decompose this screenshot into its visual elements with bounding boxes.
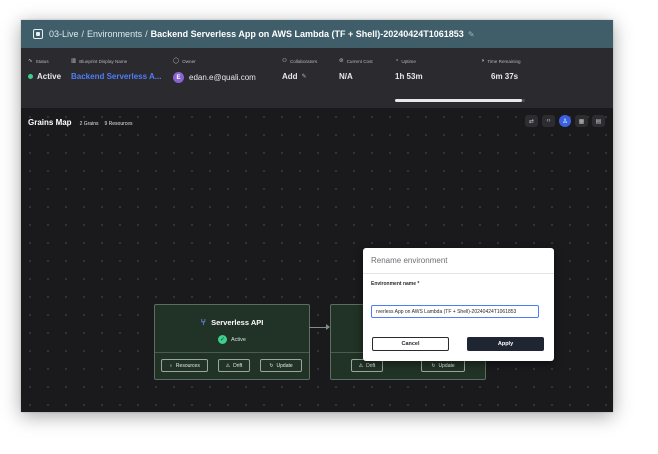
code-icon[interactable]: ‹›: [542, 115, 555, 127]
owner-label: Owner: [182, 58, 196, 64]
grains-count: 2 Grains: [79, 121, 99, 127]
clock-icon: ◔: [395, 58, 399, 64]
time-remaining-label: Time Remaining: [487, 58, 521, 64]
time-remaining-column: ◑ Time Remaining 6m 37s: [481, 58, 521, 81]
resources-count: 9 Resources: [104, 121, 133, 127]
pencil-icon[interactable]: ✎: [302, 73, 307, 80]
drift-button-label: Drift: [233, 362, 243, 369]
required-marker: *: [417, 281, 420, 287]
update-button-label: Update: [438, 362, 455, 369]
title-bar: 03-Live / Environments / Backend Serverl…: [21, 20, 613, 48]
collaborators-column: ⚇ Collaborators Add ✎: [282, 58, 317, 81]
refresh-icon: ↻: [269, 362, 274, 369]
blueprint-column: ▥ Blueprint Display Name Backend Serverle…: [71, 58, 161, 81]
dialog-title: Rename environment: [363, 248, 554, 274]
edit-name-icon[interactable]: ✎: [468, 30, 475, 39]
uptime-label: Uptime: [401, 58, 416, 64]
pulse-icon: ∿: [28, 58, 33, 64]
app-window: 03-Live / Environments / Backend Serverl…: [21, 20, 613, 412]
time-remaining-progress: [395, 99, 525, 102]
update-button[interactable]: ↻ Update: [260, 359, 302, 372]
environment-info-bar: ∿ Status Active ▥ Blueprint Display Name B…: [21, 48, 613, 108]
cancel-button[interactable]: Cancel: [372, 337, 449, 351]
grains-map-title: Grains Map: [28, 118, 72, 127]
lambda-icon: ⑂: [200, 317, 207, 327]
grain-card-serverless-api[interactable]: ⑂ Serverless API ✓ Active ♁ Resources ⚠ Dr…: [154, 304, 310, 380]
collaborators-label: Collaborators: [289, 58, 318, 64]
users-icon: ⚇: [282, 58, 287, 64]
breadcrumb-separator: /: [81, 29, 85, 39]
add-collaborator-button[interactable]: Add: [282, 72, 298, 81]
owner-column: ◯ Owner Eedan.e@quali.com: [173, 58, 256, 83]
card-divider: [155, 352, 309, 353]
drift-button[interactable]: ⚠ Drift: [218, 359, 250, 372]
account-icon[interactable]: ♙: [559, 115, 571, 127]
environment-icon: [33, 29, 43, 39]
time-remaining-value: 6m 37s: [491, 72, 519, 81]
breadcrumb-separator: /: [145, 29, 148, 39]
drift-button-label: Drift: [366, 362, 376, 369]
grain-dependency-arrow: [309, 324, 330, 330]
dollar-icon: ⊜: [339, 58, 344, 64]
resources-button[interactable]: ♁ Resources: [161, 359, 208, 372]
grain-status: Active: [231, 336, 246, 343]
grain-title: Serverless API: [211, 317, 264, 327]
breadcrumb-environments[interactable]: Environments: [87, 29, 142, 39]
user-icon: ◯: [173, 58, 180, 64]
grid-icon[interactable]: ▦: [575, 115, 588, 127]
breadcrumb-root[interactable]: 03-Live: [49, 29, 79, 39]
owner-value: edan.e@quali.com: [189, 73, 256, 82]
map-icon: ▥: [71, 58, 77, 64]
blueprint-label: Blueprint Display Name: [79, 58, 128, 64]
timer-icon: ◑: [481, 58, 485, 64]
blueprint-link[interactable]: Backend Serverless A...: [71, 72, 161, 81]
rename-environment-dialog: Rename environment Environment name * Ca…: [363, 248, 554, 361]
time-remaining-progress-fill: [395, 99, 523, 102]
grains-map-header: Grains Map 2 Grains 9 Resources: [28, 118, 133, 127]
environment-title: Backend Serverless App on AWS Lambda (TF…: [150, 29, 464, 39]
layout-icon[interactable]: ⇄: [525, 115, 538, 127]
check-icon: ✓: [218, 335, 227, 344]
update-button-label: Update: [276, 362, 293, 369]
status-column: ∿ Status Active: [28, 58, 61, 81]
uptime-value: 1h 53m: [395, 72, 423, 81]
avatar: E: [173, 72, 184, 83]
refresh-icon: ↻: [431, 362, 436, 369]
environment-name-input[interactable]: [371, 305, 539, 318]
table-icon[interactable]: ▤: [592, 115, 605, 127]
cost-value: N/A: [339, 72, 353, 81]
status-label: Status: [35, 58, 49, 64]
environment-name-label: Environment name: [371, 281, 417, 287]
resources-button-label: Resources: [175, 362, 200, 369]
uptime-column: ◔ Uptime 1h 53m: [395, 58, 423, 81]
bulb-icon: ♁: [169, 362, 173, 369]
cost-column: ⊜ Current Cost N/A: [339, 58, 373, 81]
status-active-dot: [28, 74, 33, 79]
status-value: Active: [37, 72, 62, 81]
warning-icon: ⚠: [358, 362, 364, 369]
cost-label: Current Cost: [346, 58, 373, 64]
apply-button[interactable]: Apply: [467, 337, 544, 351]
map-toolbar: ⇄ ‹› ♙ ▦ ▤: [525, 115, 605, 127]
warning-icon: ⚠: [225, 362, 231, 369]
